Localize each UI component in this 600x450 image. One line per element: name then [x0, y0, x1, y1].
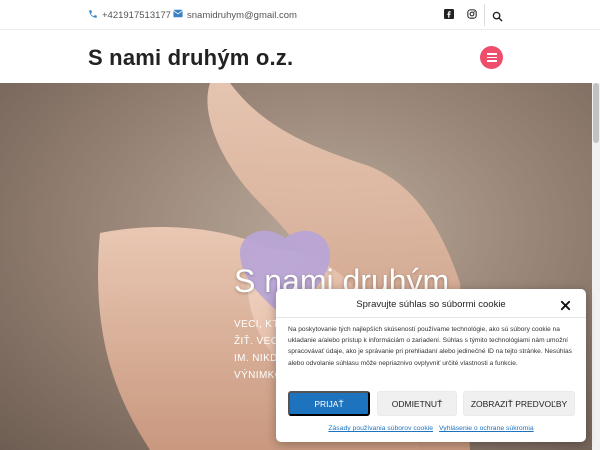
hamburger-menu-button[interactable] — [480, 46, 503, 69]
page-scrollbar[interactable] — [592, 83, 600, 450]
cookie-policy-links: Zásady používania súborov cookie Vyhláse… — [276, 425, 586, 432]
phone-contact[interactable]: +421917513177 — [88, 9, 171, 22]
email-contact[interactable]: snamidruhym@gmail.com — [173, 9, 297, 21]
deny-button[interactable]: ODMIETNUŤ — [377, 391, 457, 416]
social-links — [443, 8, 489, 20]
phone-icon — [88, 9, 102, 22]
hamburger-line — [486, 53, 497, 55]
privacy-statement-link[interactable]: Vyhlásenie o ochrane súkromia — [439, 425, 534, 432]
search-icon[interactable] — [492, 9, 504, 22]
dialog-divider — [276, 317, 586, 318]
hamburger-line — [486, 56, 497, 59]
cookie-dialog-text: Na poskytovanie tých najlepších skúsenos… — [288, 326, 572, 367]
scrollbar-thumb[interactable] — [593, 83, 599, 143]
accept-button[interactable]: PRIJAŤ — [288, 391, 370, 416]
envelope-icon — [173, 9, 187, 21]
view-preferences-button[interactable]: ZOBRAZIŤ PREDVOĽBY — [463, 391, 575, 416]
site-header: S nami druhým o.z. — [0, 31, 600, 83]
phone-number: +421917513177 — [102, 10, 171, 21]
close-icon[interactable] — [560, 298, 572, 311]
email-address: snamidruhym@gmail.com — [187, 9, 297, 21]
instagram-icon[interactable] — [466, 8, 478, 20]
cookie-dialog-title: Spravujte súhlas so súbormi cookie — [356, 299, 506, 310]
topbar-divider — [484, 4, 485, 26]
cookie-policy-link[interactable]: Zásady používania súborov cookie — [328, 425, 433, 432]
hamburger-line — [486, 60, 497, 62]
cookie-consent-dialog: Spravujte súhlas so súbormi cookie Na po… — [276, 289, 586, 442]
facebook-icon[interactable] — [443, 8, 455, 20]
top-bar: +421917513177 snamidruhym@gmail.com — [0, 0, 600, 30]
site-title[interactable]: S nami druhým o.z. — [88, 45, 293, 71]
